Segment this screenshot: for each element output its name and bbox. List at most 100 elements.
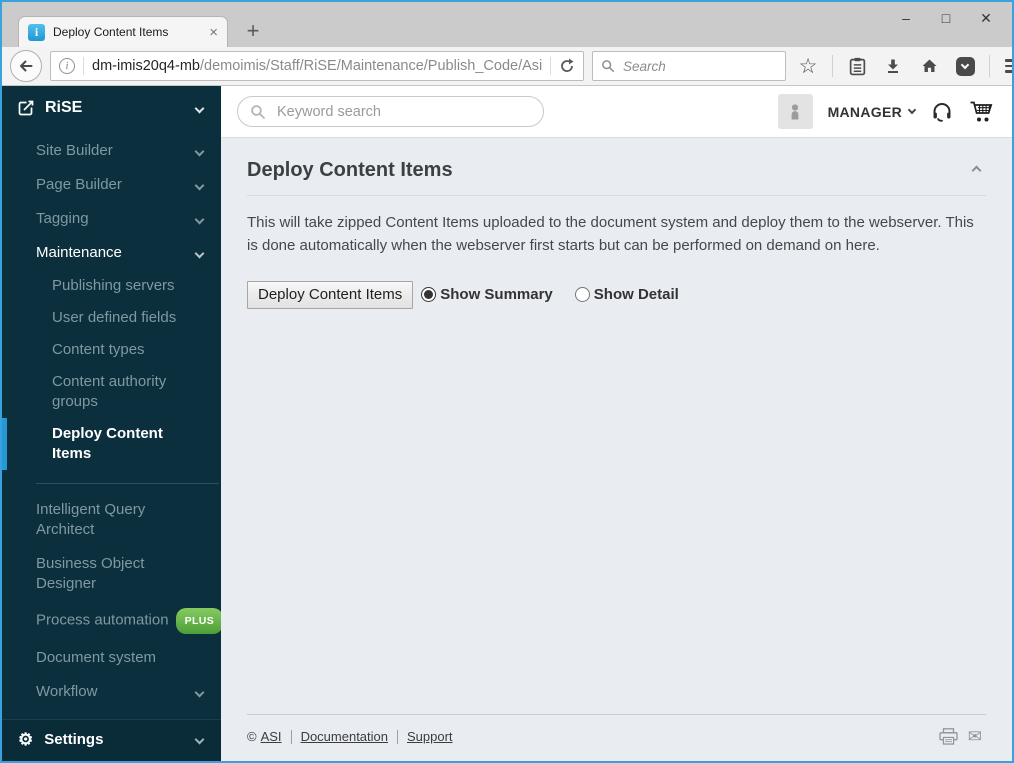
download-icon [888, 59, 898, 73]
browser-tab[interactable]: i Deploy Content Items × [18, 16, 228, 47]
pocket-icon [955, 56, 975, 76]
url-text: dm-imis20q4-mb/demoimis/Staff/RiSE/Maint… [92, 58, 542, 74]
cart-icon [970, 101, 993, 122]
app-header: MANAGER [221, 86, 1012, 138]
imis-favicon-icon: i [28, 23, 45, 41]
browser-search-input[interactable] [621, 57, 777, 75]
sidebar-item-tagging[interactable]: Tagging [2, 202, 221, 236]
sidebar-item-page-builder[interactable]: Page Builder [2, 168, 221, 202]
hamburger-icon [1005, 59, 1012, 73]
page-title-row: Deploy Content Items [247, 138, 986, 196]
copyright-symbol: © [247, 729, 257, 744]
envelope-icon: ✉ [967, 727, 982, 746]
maximize-button[interactable]: □ [926, 6, 966, 30]
headset-icon [933, 102, 951, 122]
downloads-button[interactable] [879, 51, 907, 81]
reload-button[interactable] [559, 58, 575, 74]
new-tab-button[interactable]: + [240, 18, 266, 44]
sidebar-item-process-automation[interactable]: Process automation PLUS [2, 601, 221, 641]
close-button[interactable]: ✕ [966, 6, 1006, 30]
sidebar-item-settings[interactable]: ⚙ Settings [2, 719, 221, 761]
sidebar-header-rise[interactable]: RiSE [2, 86, 221, 129]
sidebar-item-workflow[interactable]: Workflow [2, 675, 221, 709]
user-menu[interactable]: MANAGER [827, 103, 917, 120]
home-button[interactable] [915, 51, 943, 81]
app-area: RiSE Site Builder Page Builder Tagging M… [2, 86, 1012, 761]
collapse-chevron-up-icon[interactable] [971, 165, 982, 176]
footer-link-asi[interactable]: ASI [261, 729, 282, 744]
search-icon [251, 104, 265, 119]
deploy-content-items-button[interactable]: Deploy Content Items [247, 280, 414, 309]
bookmarks-menu-button[interactable] [843, 51, 871, 81]
sidebar-item-content-authority-groups[interactable]: Content authority groups [2, 366, 221, 418]
star-icon: ☆ [798, 54, 818, 78]
home-icon [922, 59, 936, 72]
sidebar-item-document-system[interactable]: Document system [2, 641, 221, 675]
url-path: /demoimis/Staff/RiSE/Maintenance/Publish… [199, 58, 542, 74]
keyword-search-input[interactable] [275, 102, 531, 121]
navigation-toolbar: i dm-imis20q4-mb/demoimis/Staff/RiSE/Mai… [2, 47, 1012, 86]
radio-show-detail-label: Show Detail [593, 286, 679, 303]
radio-show-summary[interactable]: Show Summary [421, 286, 553, 303]
sidebar-item-business-object-designer[interactable]: Business Object Designer [2, 547, 221, 601]
footer-link-documentation[interactable]: Documentation [301, 729, 388, 744]
menu-button[interactable] [1000, 51, 1012, 81]
email-button[interactable]: ✉ [968, 728, 982, 745]
chevron-down-icon [194, 687, 205, 697]
chevron-down-icon [907, 105, 917, 115]
radio-show-detail[interactable]: Show Detail [574, 286, 679, 303]
page-content: Deploy Content Items This will take zipp… [221, 138, 1012, 761]
sidebar-item-deploy-content-items[interactable]: Deploy Content Items [2, 418, 221, 470]
cart-button[interactable] [969, 99, 996, 124]
url-bar[interactable]: i dm-imis20q4-mb/demoimis/Staff/RiSE/Mai… [50, 51, 584, 81]
user-label: MANAGER [827, 103, 902, 120]
minimize-button[interactable]: – [886, 6, 926, 30]
reload-icon [561, 58, 574, 72]
bookmark-star-button[interactable]: ☆ [794, 51, 822, 81]
sidebar-item-task-viewer[interactable]: Task viewer [2, 709, 221, 720]
sidebar-nav: Site Builder Page Builder Tagging Mainte… [2, 129, 221, 719]
sidebar-item-site-builder[interactable]: Site Builder [2, 134, 221, 168]
sidebar-divider [36, 483, 219, 484]
chevron-down-icon [194, 103, 205, 113]
toolbar-separator [832, 55, 833, 77]
settings-label: Settings [44, 731, 104, 748]
avatar [777, 94, 813, 129]
titlebar: i Deploy Content Items × + – □ ✕ [2, 2, 1012, 47]
chevron-down-icon [194, 180, 205, 191]
chevron-down-icon [194, 146, 205, 157]
back-button[interactable] [10, 50, 42, 82]
sidebar: RiSE Site Builder Page Builder Tagging M… [2, 86, 221, 761]
sidebar-item-content-types[interactable]: Content types [2, 334, 221, 366]
main-area: MANAGER [221, 86, 1012, 761]
radio-show-summary-label: Show Summary [440, 286, 553, 303]
urlbar-separator [550, 57, 551, 75]
browser-search-box[interactable] [592, 51, 786, 81]
footer-link-support[interactable]: Support [407, 729, 453, 744]
sidebar-item-maintenance[interactable]: Maintenance [2, 236, 221, 270]
print-button[interactable] [939, 728, 958, 745]
chevron-down-icon [194, 214, 205, 225]
radio-show-summary-input[interactable] [421, 287, 437, 302]
sidebar-item-intelligent-query-architect[interactable]: Intelligent Query Architect [2, 493, 221, 547]
radio-show-detail-input[interactable] [574, 287, 590, 302]
printer-icon [939, 728, 958, 745]
tab-title: Deploy Content Items [53, 25, 169, 39]
keyword-search-box[interactable] [237, 96, 544, 127]
page-footer: © ASI Documentation Support ✉ [247, 714, 986, 761]
sidebar-item-publishing-servers[interactable]: Publishing servers [2, 270, 221, 302]
plus-badge: PLUS [175, 608, 221, 634]
person-icon [791, 103, 799, 119]
page-description: This will take zipped Content Items uplo… [247, 214, 974, 255]
search-icon [602, 60, 614, 72]
sidebar-header-label: RiSE [45, 99, 83, 116]
pocket-button[interactable] [951, 51, 979, 81]
support-button[interactable] [930, 100, 954, 124]
footer-separator [397, 729, 399, 744]
deploy-controls: Deploy Content Items Show Summary Show D… [247, 280, 986, 309]
footer-separator [290, 729, 292, 744]
url-host: dm-imis20q4-mb [92, 58, 200, 74]
tab-close-icon[interactable]: × [209, 25, 218, 40]
sidebar-item-user-defined-fields[interactable]: User defined fields [2, 302, 221, 334]
site-info-icon[interactable]: i [59, 58, 75, 74]
